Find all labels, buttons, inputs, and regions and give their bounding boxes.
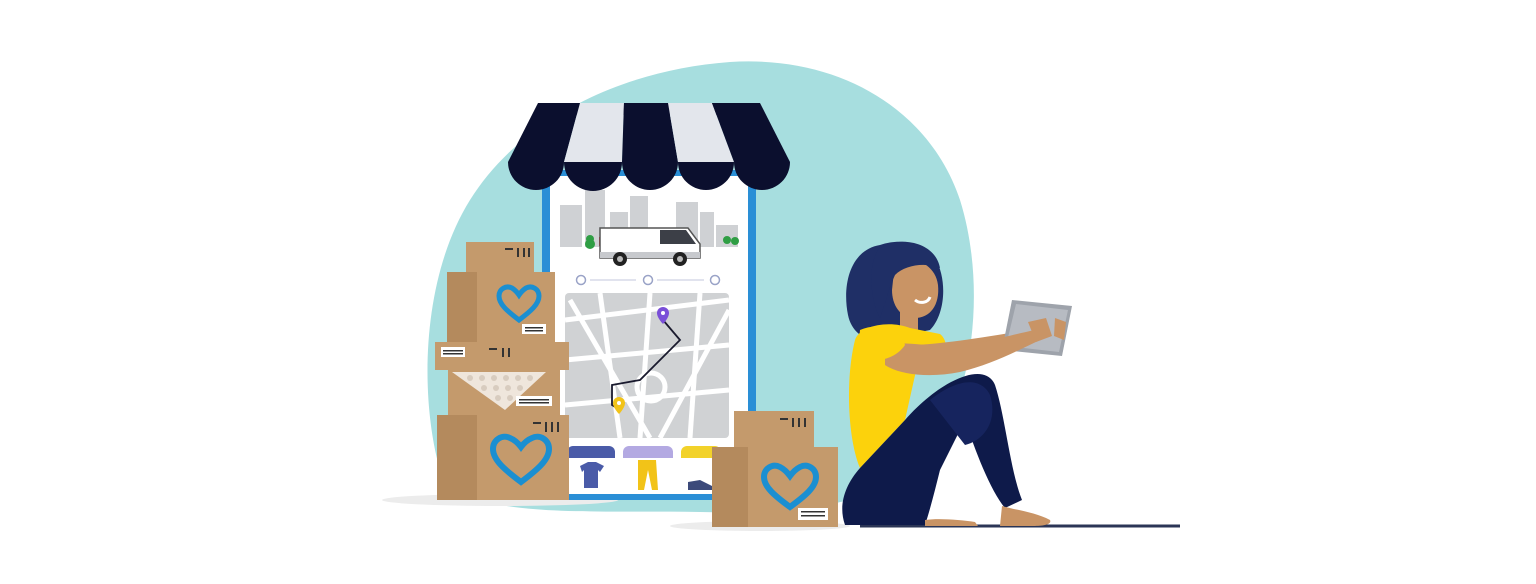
cardboard-box-heart-logo	[447, 272, 555, 342]
cardboard-box-heart-logo	[437, 415, 569, 500]
cardboard-box-heart-logo	[712, 447, 838, 527]
route-map	[564, 292, 732, 440]
box-stack-left	[435, 242, 569, 500]
illustration-scene	[0, 0, 1536, 584]
awning-icon	[508, 103, 790, 191]
shop-category-pants[interactable]	[623, 446, 673, 490]
shop-category-shirt[interactable]	[567, 446, 615, 490]
